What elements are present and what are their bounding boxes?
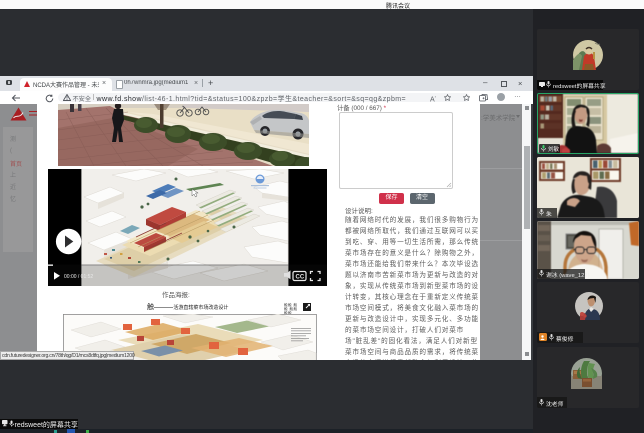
- svg-text:CC: CC: [295, 274, 304, 280]
- svg-text:00:00 / 01:52: 00:00 / 01:52: [64, 274, 93, 280]
